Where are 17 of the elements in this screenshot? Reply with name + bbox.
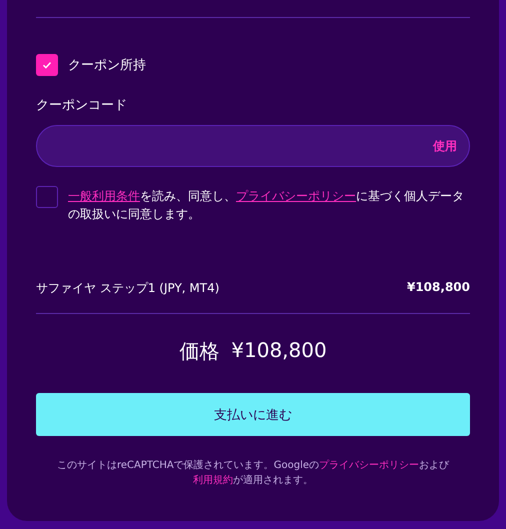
product-price: ¥108,800 [406, 280, 470, 296]
price-label: 価格 [179, 338, 220, 365]
consent-text: 一般利用条件を読み、同意し、プライバシーポリシーに基づく個人データの取扱いに同意します。 [68, 188, 465, 223]
recaptcha-notice: このサイトはreCAPTCHAで保護されています。Googleのプライバシーポリシーおよび 利用規約が適用されます。 [56, 458, 450, 488]
coupon-code-field[interactable]: 使用 [36, 125, 470, 167]
product-name: サファイヤ ステップ1 (JPY, MT4) [36, 280, 220, 297]
proceed-to-payment-button[interactable]: 支払いに進む [36, 393, 470, 436]
coupon-checkbox-label: クーポン所持 [68, 57, 146, 74]
apply-button[interactable]: 使用 [431, 136, 459, 156]
terms-link[interactable]: 一般利用条件 [68, 189, 140, 203]
terms-link[interactable]: プライバシーポリシー [236, 189, 356, 203]
policy-link[interactable]: 利用規約 [193, 475, 233, 486]
field-label: クーポンコード [36, 97, 128, 114]
checkbox[interactable] [36, 186, 58, 208]
total-price: ¥108,800 [231, 338, 327, 364]
checkbox[interactable] [36, 54, 58, 76]
policy-link[interactable]: プライバシーポリシー [319, 460, 420, 471]
